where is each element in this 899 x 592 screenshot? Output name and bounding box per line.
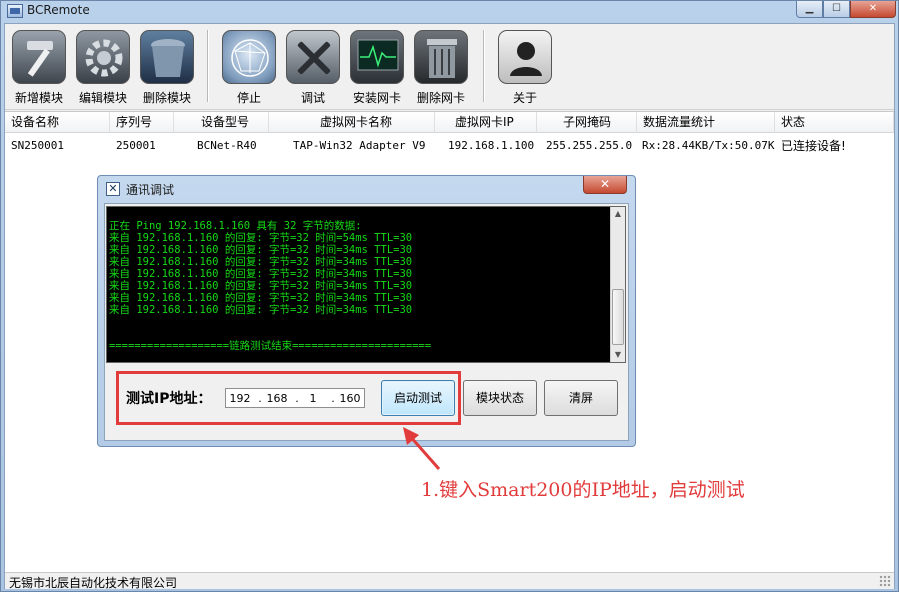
network-globe-icon xyxy=(222,30,276,84)
console-line: 来自 192.168.1.160 的回复: 字节=32 时间=34ms TTL=… xyxy=(109,256,413,268)
ip-octet-4[interactable]: 160 xyxy=(338,392,362,405)
toolbar-separator xyxy=(207,30,209,102)
maximize-icon: ☐ xyxy=(832,3,841,14)
hammer-icon xyxy=(12,30,66,84)
resize-grip-icon[interactable] xyxy=(879,575,891,587)
window-title: BCRemote xyxy=(27,3,90,17)
trash-icon xyxy=(140,30,194,84)
close-icon: ✕ xyxy=(599,177,611,191)
ip-label: 测试IP地址： xyxy=(126,391,212,407)
dialog-icon: ✕ xyxy=(106,182,120,196)
toolbar-label: 删除模块 xyxy=(142,91,191,105)
list-header: 设备名称 序列号 设备型号 虚拟网卡名称 虚拟网卡IP 子网掩码 数据流量统计 … xyxy=(5,112,894,133)
column-header[interactable]: 虚拟网卡名称 xyxy=(269,112,435,133)
ip-address-field[interactable]: 192 . 168 . 1 . 160 xyxy=(225,388,365,408)
cell-serial: 250001 xyxy=(116,139,156,152)
console-line: 来自 192.168.1.160 的回复: 字节=32 时间=54ms TTL=… xyxy=(109,232,413,244)
monitor-pulse-icon xyxy=(350,30,404,84)
ip-octet-3[interactable]: 1 xyxy=(301,392,325,405)
cell-nic-ip: 192.168.1.100 xyxy=(448,139,535,152)
gear-icon xyxy=(76,30,130,84)
toolbar-label: 关于 xyxy=(512,91,537,105)
column-header[interactable]: 设备型号 xyxy=(174,112,269,133)
column-header[interactable]: 数据流量统计 xyxy=(637,112,775,133)
toolbar-debug-button[interactable]: 调试 xyxy=(281,30,345,106)
close-button[interactable]: ✕ xyxy=(850,1,896,18)
cell-device-name: SN250001 xyxy=(11,139,64,152)
annotation-text: 1.键入Smart200的IP地址，启动测试 xyxy=(421,479,745,501)
cell-nic-name: TAP-Win32 Adapter V9 xyxy=(293,139,426,152)
toolbar-stop-button[interactable]: 停止 xyxy=(217,30,281,106)
ip-octet-1[interactable]: 192 xyxy=(228,392,252,405)
console-line: 正在 Ping 192.168.1.160 具有 32 字节的数据: xyxy=(109,220,362,232)
annotation-arrow-icon xyxy=(403,427,441,470)
toolbar-separator xyxy=(483,30,485,102)
toolbar-install-nic-button[interactable]: 安装网卡 xyxy=(345,30,409,106)
close-icon: ✕ xyxy=(868,3,878,14)
tools-icon xyxy=(286,30,340,84)
console-line: 来自 192.168.1.160 的回复: 字节=32 时间=34ms TTL=… xyxy=(109,244,413,256)
ip-dot: . xyxy=(258,392,262,405)
toolbar-about-button[interactable]: 关于 xyxy=(493,30,557,106)
toolbar-delete-nic-button[interactable]: 删除网卡 xyxy=(409,30,473,106)
status-bar: 无锡市北辰自动化技术有限公司 xyxy=(5,572,894,590)
dialog-close-button[interactable]: ✕ xyxy=(583,176,627,194)
ip-dot: . xyxy=(331,392,335,405)
start-test-button[interactable]: 启动测试 xyxy=(381,380,455,416)
ping-console[interactable]: 正在 Ping 192.168.1.160 具有 32 字节的数据: 来自 192… xyxy=(106,206,626,363)
minimize-icon: ▁ xyxy=(805,3,814,14)
scroll-down-icon[interactable]: ▼ xyxy=(611,348,625,362)
scroll-up-icon[interactable]: ▲ xyxy=(611,207,625,221)
console-scrollbar[interactable]: ▲ ▼ xyxy=(610,207,625,362)
toolbar-label: 删除网卡 xyxy=(416,91,465,105)
toolbar-delete-module-button[interactable]: 删除模块 xyxy=(135,30,199,106)
console-output: 正在 Ping 192.168.1.160 具有 32 字节的数据: 来自 192… xyxy=(109,220,609,352)
column-header[interactable]: 序列号 xyxy=(110,112,174,133)
main-window: BCRemote ▁ ☐ ✕ 新增模块 编辑模块 删除模块 停止 调试 安装网卡… xyxy=(0,0,899,592)
console-line: 来自 192.168.1.160 的回复: 字节=32 时间=34ms TTL=… xyxy=(109,268,413,280)
console-line: ===================链路测试结束===============… xyxy=(109,340,432,352)
module-status-button[interactable]: 模块状态 xyxy=(463,380,537,416)
console-line: 来自 192.168.1.160 的回复: 字节=32 时间=34ms TTL=… xyxy=(109,292,413,304)
column-header[interactable]: 虚拟网卡IP xyxy=(435,112,537,133)
debug-dialog: ✕ 通讯调试 ✕ 正在 Ping 192.168.1.160 具有 32 字节的… xyxy=(97,175,636,447)
maximize-button[interactable]: ☐ xyxy=(823,1,850,18)
scrollbar-thumb[interactable] xyxy=(612,289,624,345)
toolbar-add-module-button[interactable]: 新增模块 xyxy=(7,30,71,106)
cell-status: 已连接设备! xyxy=(781,139,846,153)
toolbar: 新增模块 编辑模块 删除模块 停止 调试 安装网卡 删除网卡 关于 xyxy=(5,24,894,110)
dialog-client-area: 正在 Ping 192.168.1.160 具有 32 字节的数据: 来自 192… xyxy=(104,203,629,441)
column-header[interactable]: 设备名称 xyxy=(5,112,110,133)
cell-model: BCNet-R40 xyxy=(197,139,257,152)
column-header[interactable]: 子网掩码 xyxy=(537,112,637,133)
app-icon xyxy=(7,4,23,18)
cell-traffic: Rx:28.44KB/Tx:50.07KB xyxy=(642,139,775,152)
cell-subnet: 255.255.255.0 xyxy=(546,139,633,152)
user-icon xyxy=(498,30,552,84)
console-line: 来自 192.168.1.160 的回复: 字节=32 时间=34ms TTL=… xyxy=(109,280,413,292)
dialog-title: 通讯调试 xyxy=(126,183,175,197)
column-header[interactable]: 状态 xyxy=(775,112,894,133)
title-bar[interactable]: BCRemote ▁ ☐ ✕ xyxy=(1,1,898,23)
console-line: 来自 192.168.1.160 的回复: 字节=32 时间=34ms TTL=… xyxy=(109,304,413,316)
ip-dot: . xyxy=(295,392,299,405)
trash-can-icon xyxy=(414,30,468,84)
minimize-button[interactable]: ▁ xyxy=(796,1,823,18)
toolbar-edit-module-button[interactable]: 编辑模块 xyxy=(71,30,135,106)
clear-screen-button[interactable]: 清屏 xyxy=(544,380,618,416)
status-text: 无锡市北辰自动化技术有限公司 xyxy=(9,576,178,590)
ip-octet-2[interactable]: 168 xyxy=(265,392,289,405)
